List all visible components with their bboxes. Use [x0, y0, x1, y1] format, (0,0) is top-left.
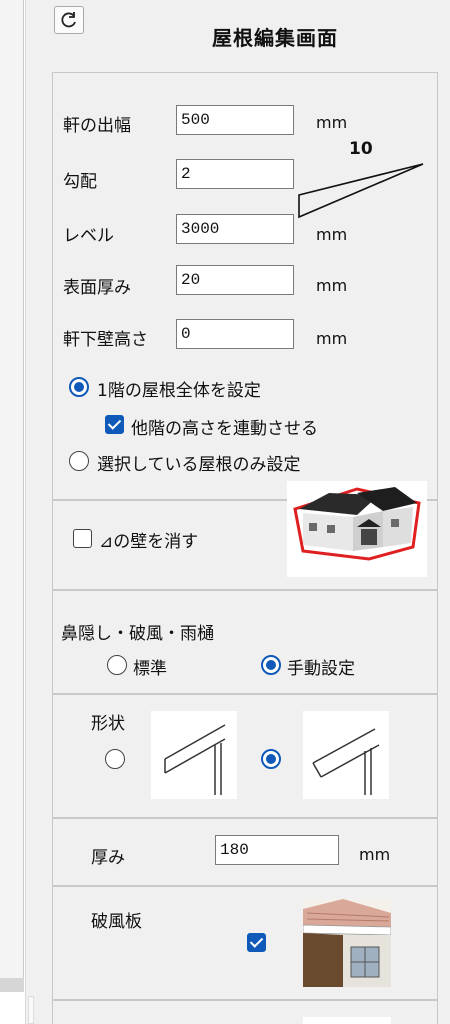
eave-label: 軒の出幅: [63, 116, 131, 136]
fascia-thickness-unit: mm: [359, 845, 391, 864]
radio-scope-selected[interactable]: [69, 451, 89, 471]
barge-board-label: 破風板: [91, 912, 142, 932]
eave-wall-height-unit: mm: [316, 329, 348, 348]
hide-wall-panel: ⊿の壁を消す: [52, 481, 438, 590]
shape-label: 形状: [91, 714, 125, 734]
radio-shape-1[interactable]: [105, 749, 125, 769]
link-floors-checkbox[interactable]: [105, 415, 124, 434]
barge-board-checkbox[interactable]: [247, 933, 266, 952]
shape-option-2-image[interactable]: [303, 711, 389, 799]
slope-label: 勾配: [63, 172, 97, 192]
barge-board-panel: 破風板: [52, 886, 438, 1000]
fascia-thickness-panel: 厚み 180 mm: [52, 818, 438, 886]
eave-input[interactable]: 500: [176, 105, 294, 135]
house-preview-image: [287, 481, 427, 577]
scrollbar-track[interactable]: [0, 0, 24, 992]
eave-wall-height-label: 軒下壁高さ: [63, 330, 148, 350]
scrollbar-arrow[interactable]: [0, 978, 24, 992]
dialog-title: 屋根編集画面: [212, 26, 338, 50]
level-unit: mm: [316, 225, 348, 244]
level-input[interactable]: 3000: [176, 214, 294, 244]
surface-thickness-unit: mm: [316, 276, 348, 295]
eave-unit: mm: [316, 113, 348, 132]
next-section-image: [303, 1017, 391, 1024]
corner-grip: [28, 996, 34, 1024]
level-label: レベル: [63, 226, 114, 246]
radio-shape-2[interactable]: [261, 749, 281, 769]
eave-wall-height-input[interactable]: 0: [176, 319, 294, 349]
side-scroll-area: [0, 0, 26, 1024]
surface-thickness-input[interactable]: 20: [176, 265, 294, 295]
house-icon: [287, 481, 427, 577]
slope-input[interactable]: 2: [176, 159, 294, 189]
refresh-button[interactable]: [54, 6, 84, 34]
refresh-icon: [61, 12, 76, 28]
radio-fascia-manual[interactable]: [261, 655, 281, 675]
scope-selected-label[interactable]: 選択している屋根のみ設定: [97, 450, 301, 475]
hide-wall-label[interactable]: ⊿の壁を消す: [99, 527, 198, 552]
slope-run-label: 10: [349, 139, 373, 159]
radio-scope-all[interactable]: [69, 377, 89, 397]
radio-fascia-standard[interactable]: [107, 655, 127, 675]
fascia-thickness-label: 厚み: [91, 848, 125, 868]
fascia-thickness-input[interactable]: 180: [215, 835, 339, 865]
fascia-angled-cut-icon: [312, 728, 380, 795]
hide-wall-checkbox[interactable]: [73, 529, 92, 548]
fascia-standard-label[interactable]: 標準: [133, 654, 167, 679]
fascia-heading: 鼻隠し・破風・雨樋: [61, 624, 214, 644]
shape-panel: 形状: [52, 694, 438, 818]
shape-option-1-image[interactable]: [151, 711, 237, 799]
scope-all-label[interactable]: 1階の屋根全体を設定: [97, 376, 261, 401]
link-floors-label[interactable]: 他階の高さを連動させる: [131, 414, 318, 439]
fascia-square-cut-icon: [164, 724, 226, 795]
next-section-panel: [52, 1000, 438, 1024]
surface-thickness-label: 表面厚み: [63, 278, 131, 298]
barge-board-preview-image: [302, 899, 392, 987]
roof-params-panel: 軒の出幅 500 mm 勾配 2 10 レベル 3000 mm 表面厚み 20 …: [52, 72, 438, 500]
slope-triangle-diagram: [298, 163, 424, 219]
roof-eave-closeup-icon: [302, 899, 392, 987]
fascia-manual-label[interactable]: 手動設定: [287, 654, 355, 679]
fascia-panel: 鼻隠し・破風・雨樋 標準 手動設定: [52, 590, 438, 694]
